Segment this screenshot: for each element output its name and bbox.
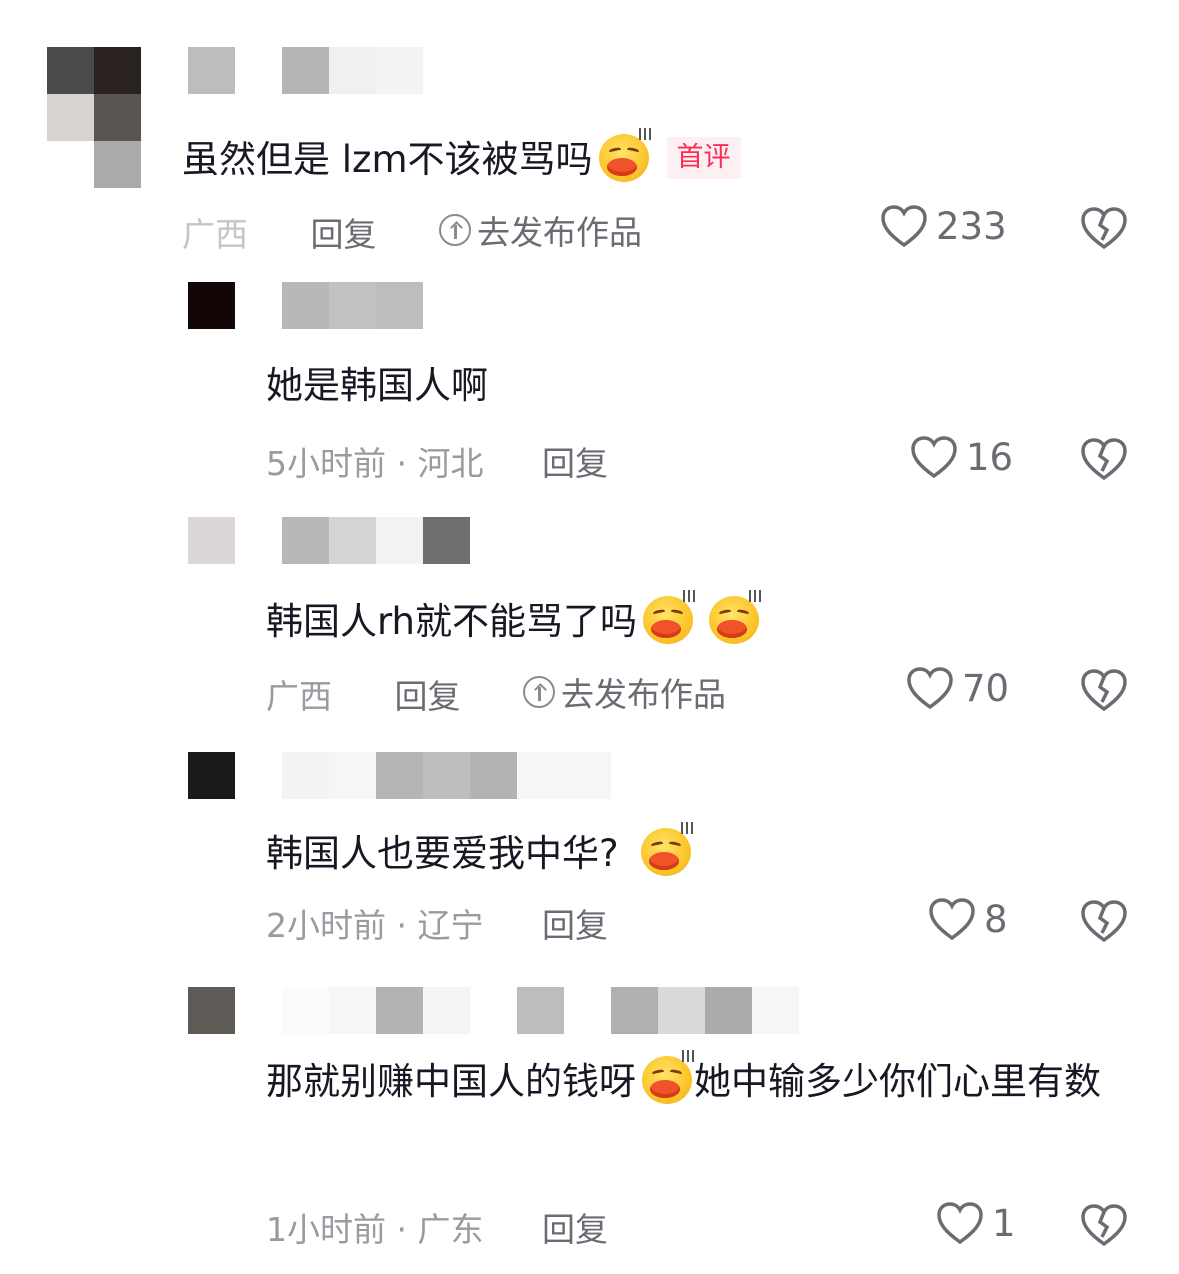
username[interactable] (282, 987, 799, 1034)
avatar[interactable] (47, 47, 141, 188)
like-count: 16 (966, 435, 1014, 479)
heart-outline-icon (911, 436, 957, 479)
broken-heart-icon (1081, 1204, 1127, 1247)
reply-button[interactable]: 回复 (542, 444, 608, 483)
avatar[interactable] (188, 987, 235, 1034)
like-count: 1 (992, 1201, 1016, 1245)
dislike-button[interactable] (1080, 668, 1128, 716)
upload-circle-icon (439, 214, 471, 246)
broken-heart-icon (1081, 438, 1127, 481)
like-button[interactable]: 16 (910, 435, 1013, 479)
like-count: 70 (962, 666, 1010, 710)
avatar[interactable] (188, 752, 235, 799)
publish-button[interactable]: 去发布作品 (439, 206, 642, 254)
reply-button[interactable]: 回复 (542, 1210, 608, 1249)
broken-heart-icon (1081, 669, 1127, 712)
dislike-button[interactable] (1080, 206, 1128, 254)
reply-button[interactable]: 回复 (395, 677, 461, 716)
comment-meta: 广西 回复 去发布作品 (266, 668, 726, 718)
dislike-button[interactable] (1080, 1203, 1128, 1251)
comment-meta: 1小时前 · 广东 回复 (266, 1210, 608, 1249)
like-count: 8 (984, 897, 1008, 941)
username[interactable] (282, 517, 470, 564)
username[interactable] (188, 47, 423, 94)
kiss-face-emoji (637, 822, 693, 878)
region-label: 广西 (182, 215, 248, 254)
avatar[interactable] (188, 282, 235, 329)
comment-meta: 5小时前 · 河北 回复 (266, 444, 608, 483)
like-button[interactable]: 1 (936, 1201, 1016, 1245)
time-label: 2小时前 (266, 906, 386, 945)
time-label: 1小时前 (266, 1210, 386, 1249)
heart-outline-icon (937, 1202, 983, 1245)
like-button[interactable]: 233 (880, 204, 1007, 248)
comment-meta: 2小时前 · 辽宁 回复 (266, 906, 608, 945)
kiss-face-emoji (638, 1050, 694, 1106)
kiss-face-emoji (705, 590, 762, 646)
like-button[interactable]: 8 (928, 897, 1008, 941)
region-label: 广东 (417, 1210, 484, 1249)
comment-text: 虽然但是 lzm不该被骂吗 首评 (182, 128, 741, 186)
reply-button[interactable]: 回复 (542, 906, 608, 945)
username[interactable] (282, 282, 423, 329)
comment-text: 韩国人也要爱我中华? (266, 822, 693, 880)
reply-button[interactable]: 回复 (311, 215, 377, 254)
like-button[interactable]: 70 (906, 666, 1009, 710)
dislike-button[interactable] (1080, 437, 1128, 485)
heart-outline-icon (881, 205, 927, 248)
kiss-face-emoji (639, 590, 696, 646)
like-count: 233 (936, 204, 1007, 248)
avatar[interactable] (188, 517, 235, 564)
dislike-button[interactable] (1080, 899, 1128, 947)
heart-outline-icon (929, 898, 975, 941)
kiss-face-emoji (595, 128, 651, 184)
heart-outline-icon (907, 667, 953, 710)
upload-circle-icon (523, 676, 555, 708)
comment-text: 那就别赚中国人的钱呀 她中输多少你们心里有数 (266, 1048, 1136, 1116)
comment-meta: 广西 回复 去发布作品 (182, 206, 642, 256)
publish-button[interactable]: 去发布作品 (523, 668, 726, 716)
username[interactable] (282, 752, 611, 799)
first-comment-badge: 首评 (666, 137, 741, 179)
broken-heart-icon (1081, 207, 1127, 250)
region-label: 河北 (417, 444, 484, 483)
comment-text: 她是韩国人啊 (266, 364, 488, 407)
region-label: 广西 (266, 677, 332, 716)
broken-heart-icon (1081, 900, 1127, 943)
region-label: 辽宁 (417, 906, 484, 945)
time-label: 5小时前 (266, 444, 386, 483)
comment-text: 韩国人rh就不能骂了吗 (266, 590, 762, 648)
